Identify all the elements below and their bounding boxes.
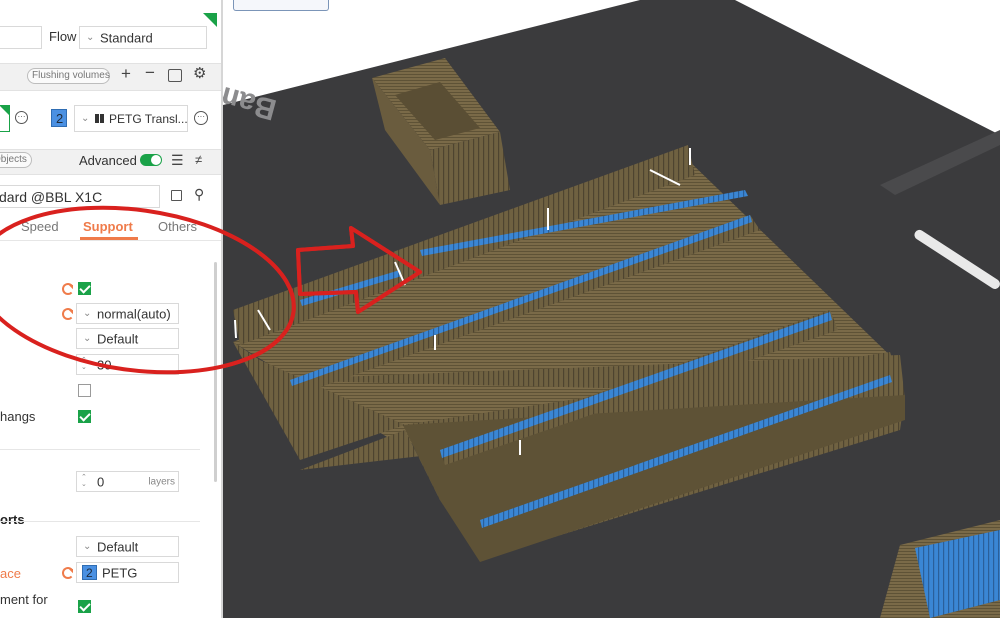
- stepper-icon[interactable]: ⌃ ⌄: [81, 474, 87, 488]
- view-button[interactable]: [233, 0, 329, 11]
- flow-value: Standard: [100, 30, 153, 45]
- reset-icon[interactable]: [62, 567, 74, 579]
- process-preset-value: dard @BBL X1C: [0, 188, 103, 205]
- enable-support-checkbox[interactable]: [78, 282, 91, 295]
- support-interface-filament-select[interactable]: 2 PETG: [76, 562, 179, 583]
- flow-select[interactable]: ⌄ Standard: [79, 26, 207, 49]
- objects-label: Objects: [0, 154, 27, 165]
- build-plate-only-checkbox[interactable]: [78, 384, 91, 397]
- support-type-value: normal(auto): [97, 306, 171, 321]
- reset-icon[interactable]: [62, 308, 74, 320]
- filament-slot-number: 2: [51, 109, 67, 127]
- threshold-angle-input[interactable]: ⌃ ⌄ 30: [76, 354, 179, 375]
- stepper-icon[interactable]: ⌃ ⌄: [81, 357, 87, 371]
- flushing-volumes-button[interactable]: Flushing volumes: [27, 68, 110, 84]
- support-base-filament-value: Default: [97, 539, 139, 554]
- advanced-label: Advanced: [79, 153, 137, 168]
- tab-speed[interactable]: Speed: [21, 219, 59, 234]
- section-divider: [0, 449, 200, 450]
- tab-others[interactable]: Others: [158, 219, 197, 234]
- filament-slot-1-flag-icon: [0, 106, 9, 115]
- plate-scene: Bambu Smooth PEI Plate: [223, 0, 1000, 618]
- nozzle-field[interactable]: [0, 26, 42, 49]
- remove-overhangs-checkbox[interactable]: [78, 410, 91, 423]
- compare-icon[interactable]: ≠: [195, 153, 202, 167]
- filament-material-value: PETG Transl...: [109, 111, 188, 126]
- more-options-icon[interactable]: ···: [15, 111, 28, 124]
- corner-flag-icon: [203, 13, 217, 27]
- support-filament-section-title: orts: [0, 512, 25, 527]
- reduce-interface-label: ment for: [0, 592, 48, 607]
- list-icon[interactable]: ☰: [171, 153, 184, 167]
- minus-icon[interactable]: −: [145, 64, 155, 81]
- tab-divider: [0, 240, 222, 241]
- support-style-select[interactable]: ⌄ Default: [76, 328, 179, 349]
- search-icon[interactable]: ⚲: [194, 187, 204, 201]
- reduce-interface-checkbox[interactable]: [78, 600, 91, 613]
- remove-overhangs-label: hangs: [0, 409, 36, 424]
- raft-layers-value: 0: [97, 474, 105, 489]
- gear-icon[interactable]: ⚙: [193, 66, 206, 81]
- support-base-filament-select[interactable]: ⌄ Default: [76, 536, 179, 557]
- chevron-down-icon: ⌄: [83, 540, 92, 552]
- marker: [234, 319, 237, 339]
- support-type-select[interactable]: ⌄ normal(auto): [76, 303, 179, 324]
- setting-label-fragment: :: [0, 382, 1, 397]
- flushing-volumes-label: Flushing volumes: [32, 70, 110, 81]
- objects-toggle-button[interactable]: Objects: [0, 152, 32, 168]
- section-divider: [0, 521, 200, 522]
- chevron-down-icon: ⌄: [86, 31, 95, 43]
- settings-panel: Flow ⌄ Standard Flushing volumes + − ⚙ ·…: [0, 0, 223, 618]
- sync-filament-icon[interactable]: [168, 69, 182, 82]
- bed-brand-text: Bambu Smooth PEI Plate: [223, 2, 280, 127]
- chevron-down-icon: ⌄: [83, 332, 92, 344]
- chevron-down-icon: ⌄: [83, 307, 92, 319]
- threshold-angle-value: 30: [97, 357, 112, 372]
- advanced-toggle[interactable]: [140, 154, 162, 166]
- tab-support[interactable]: Support: [83, 219, 133, 234]
- support-interface-label: ace: [0, 566, 21, 581]
- more-options-icon[interactable]: ···: [194, 111, 208, 125]
- filament-material-select[interactable]: ⌄ PETG Transl...: [74, 105, 188, 132]
- 3d-viewport[interactable]: Bambu Smooth PEI Plate: [223, 0, 1000, 618]
- support-style-value: Default: [97, 331, 139, 346]
- save-icon[interactable]: [171, 190, 182, 201]
- raft-layers-unit: layers: [148, 476, 175, 487]
- filament-grid-icon: [95, 114, 104, 123]
- chevron-down-icon: ⌄: [81, 112, 90, 124]
- process-preset-select[interactable]: dard @BBL X1C: [0, 185, 160, 208]
- support-interface-material: PETG: [102, 565, 138, 580]
- settings-scrollbar[interactable]: [214, 262, 217, 482]
- interface-slot-badge: 2: [82, 565, 97, 580]
- plus-icon[interactable]: +: [121, 65, 131, 82]
- flow-label: Flow: [49, 29, 77, 44]
- raft-layers-input[interactable]: ⌃ ⌄ 0 layers: [76, 471, 179, 492]
- reset-icon[interactable]: [62, 283, 74, 295]
